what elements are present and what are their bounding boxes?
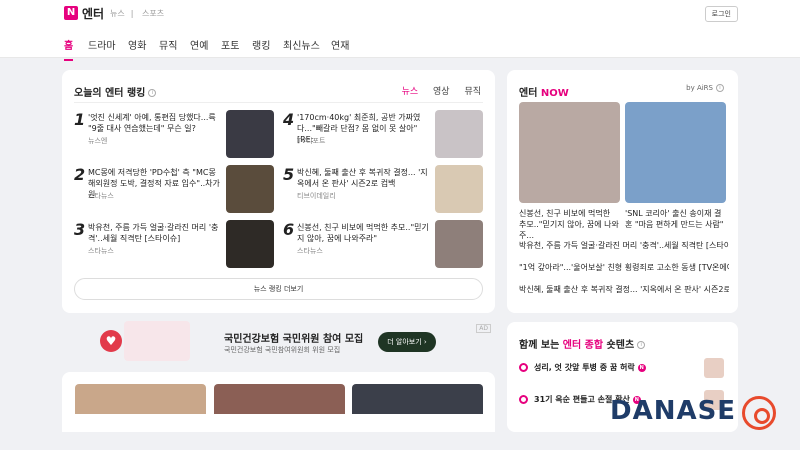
photo-thumbnail[interactable] [214, 384, 345, 414]
login-button[interactable]: 로그인 [704, 6, 738, 22]
rank-number: 5 [283, 165, 295, 184]
now-caption[interactable]: 신봉선, 친구 비보에 먹먹한 추모.."믿기지 않아, 꿈에 나와주... [519, 208, 620, 241]
ranking-thumbnail[interactable] [226, 165, 274, 213]
ranking-title: 오늘의 엔터 랭킹 i [74, 84, 157, 99]
photo-thumbnail[interactable] [75, 384, 206, 414]
ranking-tab-music[interactable]: 뮤직 [464, 87, 481, 97]
search-icon [519, 363, 528, 372]
ranking-headline[interactable]: 신봉선, 친구 비보에 먹먹한 추모.."믿기지 않아, 꿈에 나와주라" [297, 222, 431, 244]
naver-logo[interactable]: N [64, 6, 78, 20]
ranking-source: 스타뉴스 [88, 192, 114, 200]
airs-label[interactable]: by AiRS i [686, 84, 724, 92]
photo-thumbnail[interactable] [352, 384, 483, 414]
now-list-item[interactable]: 박신혜, 둘째 출산 후 복귀작 결정... '지옥에서 온 판사' 시즌2로 … [519, 284, 729, 295]
subnav-sports[interactable]: 스포츠 [142, 9, 164, 18]
ranking-item[interactable]: 6 신봉선, 친구 비보에 먹먹한 추모.."믿기지 않아, 꿈에 나와주라" … [283, 220, 483, 270]
ad-subtitle: 국민건강보험 국민참여위원회 위원 모집 [224, 346, 341, 354]
ranking-source: 스타뉴스 [88, 247, 114, 255]
now-list-item[interactable]: "1억 갚아라"...'울어보살' 친형 횡령죄로 고소한 동생 [TV온에어] [519, 262, 729, 273]
ranking-item[interactable]: 4 '170cm·40kg' 최준희, 공반 가짜였다..."빼갈라 단점? 몸… [283, 110, 483, 160]
ranking-source: 티브이데일리 [297, 192, 336, 200]
new-badge: N [637, 363, 646, 372]
category-tabs: 홈 드라마 영화 뮤직 연예 포토 랭킹 최신뉴스 연재 [0, 28, 800, 61]
rank-number: 6 [283, 220, 295, 239]
top-bar: N 엔터 뉴스 | 스포츠 로그인 [0, 0, 800, 28]
ranking-source: TV리포트 [297, 137, 326, 145]
rank-number: 1 [74, 110, 86, 129]
ranking-source: 스타뉴스 [297, 247, 323, 255]
rank-number: 4 [283, 110, 295, 129]
rank-number: 2 [74, 165, 86, 184]
heart-icon: ♥ [100, 330, 122, 352]
ranking-card: 오늘의 엔터 랭킹 i 뉴스 영상 뮤직 1 '엇진 신세계' 아예, 통편집 당… [62, 70, 495, 313]
ranking-thumbnail[interactable] [435, 110, 483, 158]
ad-image[interactable] [124, 321, 190, 361]
ranking-item[interactable]: 3 박유천, 주름 가득 얼굴·갈라진 머리 '충격'..세월 직격탄 [스타이… [74, 220, 274, 270]
watermark-text: DANASE [610, 396, 737, 426]
ad-badge: AD [476, 324, 491, 333]
ranking-tab-news[interactable]: 뉴스 [402, 87, 419, 97]
subnav-news[interactable]: 뉴스 [110, 9, 125, 18]
ranking-source: 뉴스엔 [88, 137, 108, 145]
brand-title[interactable]: 엔터 [82, 5, 104, 22]
ad-banner[interactable]: ♥ 국민건강보험 국민위원 참여 모집 국민건강보험 국민참여위원회 위원 모집… [62, 318, 495, 370]
info-icon[interactable]: i [148, 89, 157, 97]
more-ranking-button[interactable]: 뉴스 랭킹 더보기 [74, 278, 483, 300]
ranking-headline[interactable]: '엇진 신세계' 아예, 통편집 당했다...륙 "9줄 대사 연습했는데" 무… [88, 112, 222, 134]
now-thumbnail[interactable] [519, 102, 620, 203]
ranking-thumbnail[interactable] [226, 110, 274, 158]
tab-ranking[interactable]: 랭킹 [252, 37, 270, 52]
target-icon [742, 396, 776, 430]
rank-number: 3 [74, 220, 86, 239]
enter-now-card: 엔터 NOW by AiRS i 신봉선, 친구 비보에 먹먹한 추모.."믿기지… [507, 70, 738, 313]
ranking-item[interactable]: 5 박신혜, 둘째 출산 후 복귀작 결정... '지옥에서 온 판사' 시즌2… [283, 165, 483, 215]
search-icon [519, 395, 528, 404]
tab-entertainment[interactable]: 연예 [190, 37, 208, 52]
related-item[interactable]: 성리, 엇 갓앞 투병 중 꿈 허락 N [519, 362, 646, 373]
enter-now-title: 엔터 NOW [519, 88, 569, 99]
ranking-headline[interactable]: 박신혜, 둘째 출산 후 복귀작 결정... '지옥에서 온 판사' 시즌2로 … [297, 167, 431, 189]
ranking-tab-video[interactable]: 영상 [433, 87, 450, 97]
ranking-thumbnail[interactable] [435, 165, 483, 213]
sub-nav: 뉴스 | 스포츠 [110, 9, 165, 18]
learn-more-button[interactable]: 더 알아보기 › [378, 332, 436, 352]
tab-photo[interactable]: 포토 [221, 37, 239, 52]
ad-title[interactable]: 국민건강보험 국민위원 참여 모집 [224, 330, 363, 345]
divider [74, 102, 483, 103]
ranking-headline[interactable]: 박유천, 주름 가득 얼굴·갈라진 머리 '충격'..세월 직격탄 [스타이슈] [88, 222, 222, 244]
ranking-thumbnail[interactable] [435, 220, 483, 268]
tab-home[interactable]: 홈 [64, 37, 74, 61]
now-caption[interactable]: 'SNL 코리아' 출신 송이재 결혼 "마음 편하게 만드는 사람" [625, 208, 726, 230]
tab-music[interactable]: 뮤직 [159, 37, 177, 52]
now-list-item[interactable]: 박유천, 주름 가득 얼굴·갈라진 머리 '충격'..세월 직격탄 [스타이슈] [519, 240, 729, 251]
tab-latest[interactable]: 최신뉴스 [283, 37, 320, 52]
ranking-thumbnail[interactable] [226, 220, 274, 268]
tab-series[interactable]: 연재 [331, 37, 349, 52]
now-thumbnail[interactable] [625, 102, 726, 203]
info-icon[interactable]: i [716, 84, 724, 92]
tab-drama[interactable]: 드라마 [88, 37, 116, 52]
ranking-item[interactable]: 1 '엇진 신세계' 아예, 통편집 당했다...륙 "9줄 대사 연습했는데"… [74, 110, 274, 160]
ranking-filter-tabs: 뉴스 영상 뮤직 [390, 84, 481, 97]
tab-movie[interactable]: 영화 [128, 37, 146, 52]
ranking-item[interactable]: 2 MC몽에 저격당한 'PD수첩' 측 "MC몽 해외원정 도박, 결정적 자… [74, 165, 274, 215]
related-thumbnail[interactable] [704, 358, 724, 378]
related-title: 함께 보는 엔터 종합 숏텐츠 i [519, 336, 646, 351]
info-icon[interactable]: i [637, 341, 646, 349]
